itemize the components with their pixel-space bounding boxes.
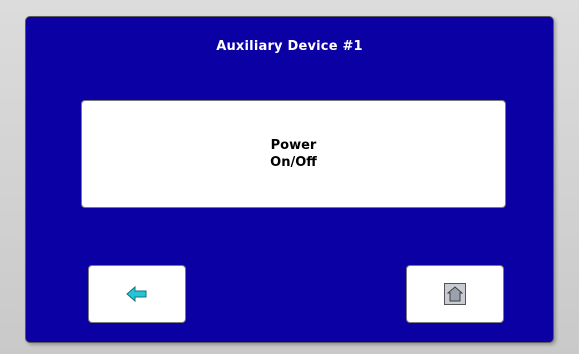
power-toggle-button[interactable]: Power On/Off [81, 100, 506, 208]
power-button-label-line2: On/Off [270, 155, 317, 170]
home-button[interactable] [406, 265, 504, 323]
back-button[interactable] [88, 265, 186, 323]
power-button-label-line1: Power [270, 138, 317, 153]
home-icon [444, 283, 466, 305]
screen-frame: Auxiliary Device #1 Power On/Off [0, 0, 579, 354]
device-panel: Auxiliary Device #1 Power On/Off [25, 16, 554, 343]
back-arrow-icon [126, 285, 148, 303]
screen-title: Auxiliary Device #1 [216, 39, 363, 54]
